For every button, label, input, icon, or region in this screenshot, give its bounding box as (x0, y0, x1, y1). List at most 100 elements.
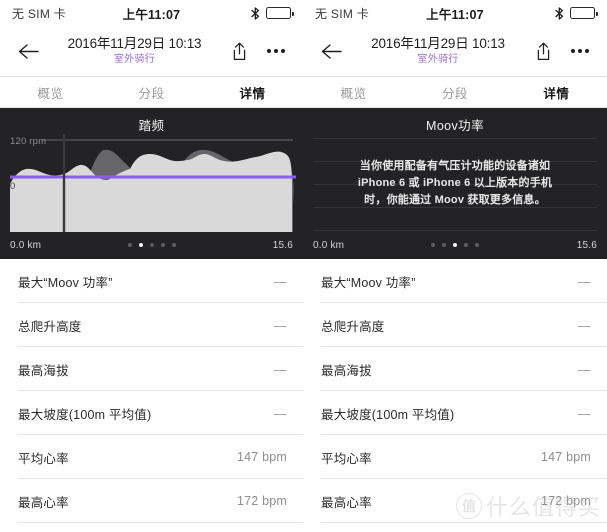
cadence-area-chart (10, 134, 296, 232)
more-options-icon[interactable] (568, 38, 592, 64)
table-row[interactable]: 平均心率 147 bpm (0, 435, 303, 479)
bluetooth-icon (251, 6, 260, 20)
row-value: 172 bpm (540, 494, 591, 508)
chart-plot-area[interactable] (0, 132, 303, 232)
pager-dot[interactable] (127, 243, 132, 247)
more-dot (267, 49, 271, 53)
moov-power-chart-card[interactable]: Moov功率 当你使用配备有气压计功能的设备诸如 iPhone 6 或 iPho… (303, 108, 607, 259)
more-dot (571, 49, 575, 53)
pager-dot[interactable] (160, 243, 165, 247)
chart-y-max-label: 120 rpm (10, 136, 47, 147)
empty-state-message: 当你使用配备有气压计功能的设备诸如 iPhone 6 或 iPhone 6 以上… (321, 158, 589, 209)
table-row[interactable]: 总爬升高度 — (303, 303, 607, 347)
table-row[interactable]: 最大坡度(100m 平均值) — (303, 391, 607, 435)
activity-type: 室外骑行 (417, 54, 459, 65)
dual-screenshot-container: 无 SIM 卡 上午11:07 2016年11月29日 10:13 室外骑行 概… (0, 0, 607, 532)
table-row[interactable]: 最高心率 172 bpm (303, 479, 607, 523)
row-label: 最高海拔 (18, 363, 69, 378)
message-line-3: 时，你能通过 Moov 获取更多信息。 (364, 194, 546, 207)
row-value: — (273, 361, 287, 377)
row-label: 总爬升高度 (18, 319, 82, 334)
row-value: — (273, 317, 287, 333)
battery-icon (266, 7, 294, 19)
chart-footer: 0.0 km 15.6 (0, 236, 303, 254)
status-bar: 无 SIM 卡 上午11:07 (0, 0, 303, 26)
row-value: — (273, 273, 287, 289)
cadence-series-path (10, 151, 292, 232)
tab-details[interactable]: 详情 (506, 77, 607, 107)
row-value: — (577, 405, 591, 421)
back-arrow-icon[interactable] (15, 38, 41, 64)
row-value: — (577, 317, 591, 333)
row-value: — (577, 361, 591, 377)
tab-splits[interactable]: 分段 (101, 77, 202, 107)
row-label: 最高心率 (18, 495, 69, 510)
tab-overview[interactable]: 概览 (0, 77, 101, 107)
row-label: 平均心率 (321, 451, 372, 466)
bluetooth-icon (555, 6, 564, 20)
more-dot (281, 49, 285, 53)
navigation-bar: 2016年11月29日 10:13 室外骑行 (303, 26, 607, 77)
gridline (313, 138, 597, 139)
detail-rows-list: 最大“Moov 功率” — 总爬升高度 — 最高海拔 — 最大坡度(100m 平… (0, 259, 303, 523)
activity-type: 室外骑行 (113, 54, 156, 65)
pager-dot-active[interactable] (453, 243, 457, 247)
table-row[interactable]: 平均心率 147 bpm (303, 435, 607, 479)
activity-date: 2016年11月29日 10:13 (67, 36, 202, 52)
pager-dot[interactable] (464, 243, 468, 247)
row-label: 最大“Moov 功率” (321, 275, 416, 290)
row-label: 最高海拔 (321, 363, 372, 378)
more-dot (578, 49, 582, 53)
table-row[interactable]: 总爬升高度 — (0, 303, 303, 347)
status-indicators (555, 6, 598, 20)
battery-icon (570, 7, 598, 19)
row-label: 最大“Moov 功率” (18, 275, 113, 290)
row-label: 总爬升高度 (321, 319, 385, 334)
chart-pager[interactable] (0, 243, 303, 247)
chart-y-min-label: 0 (10, 181, 16, 192)
pager-dot-active[interactable] (138, 243, 143, 247)
table-row[interactable]: 最大“Moov 功率” — (0, 259, 303, 303)
pager-dot[interactable] (171, 243, 176, 247)
share-icon[interactable] (532, 38, 554, 64)
more-dot (585, 49, 589, 53)
more-dot (274, 49, 278, 53)
nav-title: 2016年11月29日 10:13 室外骑行 (41, 36, 228, 65)
more-options-icon[interactable] (264, 38, 288, 64)
gridline (313, 230, 597, 231)
row-label: 最大坡度(100m 平均值) (18, 407, 152, 422)
tab-overview[interactable]: 概览 (303, 77, 404, 107)
pager-dot[interactable] (475, 243, 479, 247)
tab-bar: 概览 分段 详情 (303, 77, 607, 108)
row-value: 147 bpm (236, 450, 287, 464)
status-bar: 无 SIM 卡 上午11:07 (303, 0, 607, 26)
message-line-1: 当你使用配备有气压计功能的设备诸如 (359, 160, 551, 172)
table-row[interactable]: 最高海拔 — (0, 347, 303, 391)
nav-title: 2016年11月29日 10:13 室外骑行 (344, 36, 532, 65)
back-arrow-icon[interactable] (318, 38, 344, 64)
status-indicators (251, 6, 294, 20)
row-value: — (577, 273, 591, 289)
share-icon[interactable] (228, 38, 250, 64)
table-row[interactable]: 最高海拔 — (303, 347, 607, 391)
message-line-2: iPhone 6 或 iPhone 6 以上版本的手机 (357, 177, 553, 190)
tab-splits[interactable]: 分段 (404, 77, 505, 107)
phone-screen-left: 无 SIM 卡 上午11:07 2016年11月29日 10:13 室外骑行 概… (0, 0, 303, 532)
navigation-bar: 2016年11月29日 10:13 室外骑行 (0, 26, 303, 77)
tab-details[interactable]: 详情 (202, 77, 303, 107)
table-row[interactable]: 最高心率 172 bpm (0, 479, 303, 523)
row-label: 最大坡度(100m 平均值) (321, 407, 455, 422)
chart-pager[interactable] (303, 243, 607, 247)
pager-dot[interactable] (149, 243, 154, 247)
table-row[interactable]: 最大坡度(100m 平均值) — (0, 391, 303, 435)
table-row[interactable]: 最大“Moov 功率” — (303, 259, 607, 303)
row-value: 147 bpm (540, 450, 591, 464)
chart-title: Moov功率 (426, 119, 484, 133)
cadence-chart-card[interactable]: 踏频 120 rpm 0 0.0 km 15.6 (0, 108, 303, 259)
pager-dot[interactable] (442, 243, 446, 247)
row-label: 平均心率 (18, 451, 69, 466)
tab-bar: 概览 分段 详情 (0, 77, 303, 108)
row-value: 172 bpm (236, 494, 287, 508)
row-value: — (273, 405, 287, 421)
pager-dot[interactable] (431, 243, 435, 247)
